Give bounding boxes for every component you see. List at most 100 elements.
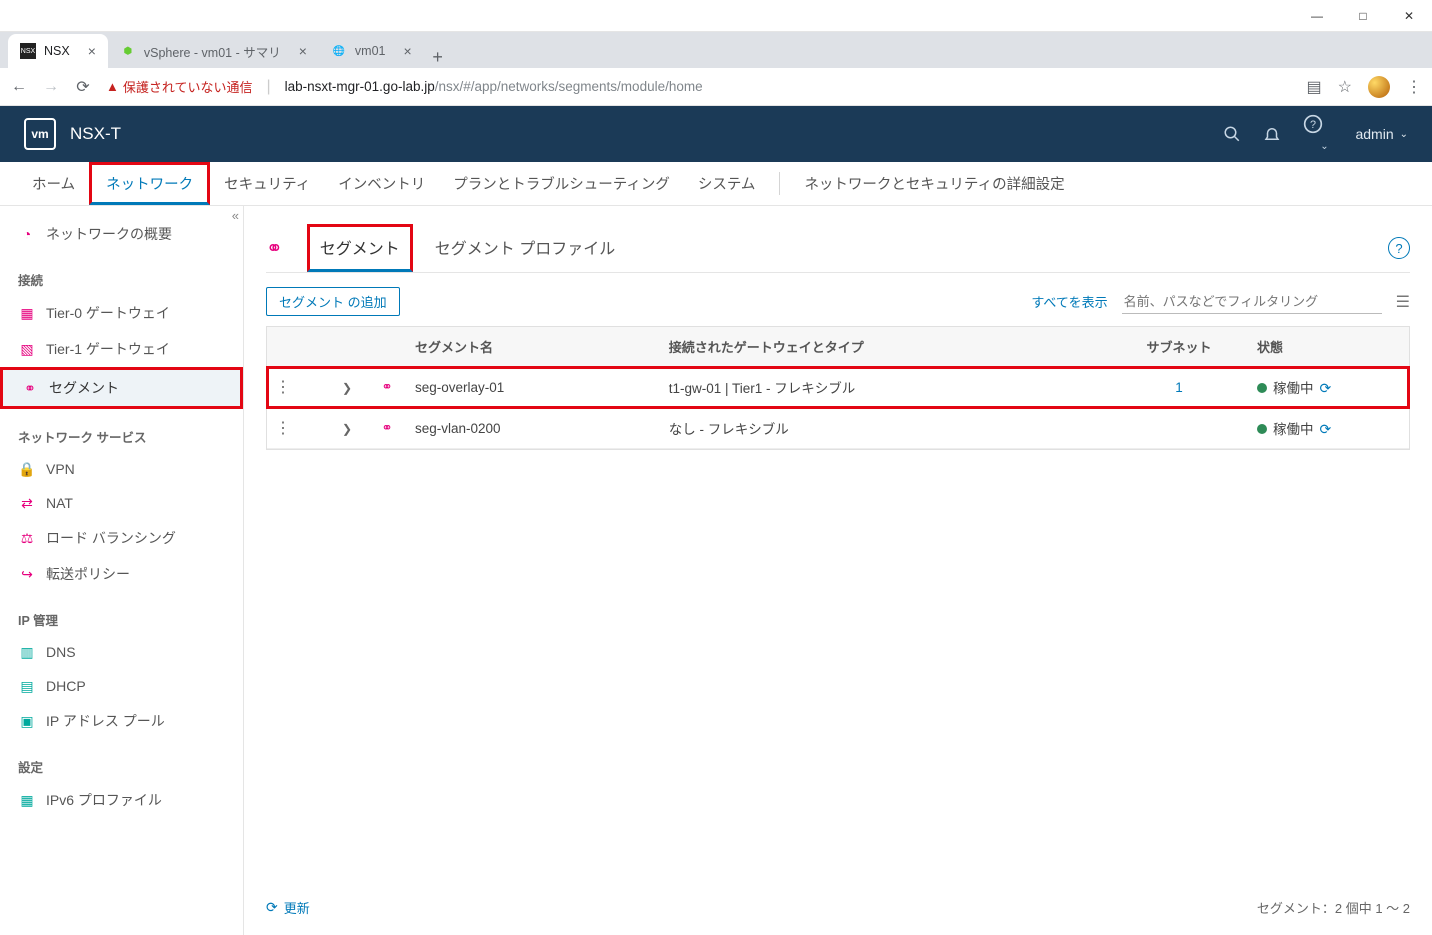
cell-gateway: なし - フレキシブル (661, 408, 1109, 448)
tab-home[interactable]: ホーム (18, 162, 89, 205)
vpn-icon: 🔒 (18, 460, 36, 478)
sidebar-item-ippool[interactable]: ▣ IP アドレス プール (0, 703, 243, 739)
ctab-segment[interactable]: セグメント (307, 224, 413, 272)
row-actions-icon[interactable]: ⋮ (275, 379, 291, 396)
favicon-vsphere: ⬢ (120, 43, 136, 59)
content-pane: ⚭ セグメント セグメント プロファイル ? セグメント の追加 すべてを表示 … (244, 206, 1432, 935)
refresh-link[interactable]: 更新 (284, 898, 310, 917)
translate-icon[interactable]: ▤ (1307, 77, 1322, 97)
new-tab-button[interactable]: + (424, 47, 452, 68)
content-tabs: ⚭ セグメント セグメント プロファイル ? (266, 224, 1410, 273)
sidebar-item-segments[interactable]: ⚭ セグメント (0, 367, 243, 409)
window-maximize[interactable]: □ (1340, 0, 1386, 32)
sidebar-item-dhcp[interactable]: ▤ DHCP (0, 669, 243, 703)
filter-input[interactable] (1122, 290, 1382, 314)
cell-name: seg-overlay-01 (407, 370, 661, 405)
sidebar-section-connect: 接続 (0, 252, 243, 295)
tab-plan-troubleshoot[interactable]: プランとトラブルシューティング (439, 162, 684, 205)
warning-icon: ▲ (106, 79, 119, 94)
tab-system[interactable]: システム (684, 162, 770, 205)
add-segment-button[interactable]: セグメント の追加 (266, 287, 400, 316)
tab-inventory[interactable]: インベントリ (324, 162, 439, 205)
bookmark-star-icon[interactable]: ☆ (1338, 77, 1352, 97)
refresh-icon[interactable]: ⟳ (266, 899, 278, 916)
window-title-bar: — □ ✕ (0, 0, 1432, 32)
browser-tab-nsx[interactable]: NSX NSX × (8, 34, 108, 68)
content-footer: ⟳ 更新 セグメント：2 個中 1 ～ 2 (266, 888, 1410, 917)
cell-status: 稼働中⟳ (1249, 367, 1409, 407)
browser-tab-vsphere[interactable]: ⬢ vSphere - vm01 - サマリ × (108, 34, 319, 68)
dashboard-icon: ◔ (18, 225, 36, 243)
chrome-menu-icon[interactable]: ⋮ (1406, 77, 1422, 97)
segment-table: セグメント名 接続されたゲートウェイとタイプ サブネット 状態 ⋮ ❯ ⚭ se… (266, 326, 1410, 450)
row-refresh-icon[interactable]: ⟳ (1320, 421, 1332, 437)
row-refresh-icon[interactable]: ⟳ (1320, 380, 1332, 396)
favicon-nsx: NSX (20, 43, 36, 59)
expand-row-icon[interactable]: ❯ (342, 422, 352, 436)
sidebar-item-vpn[interactable]: 🔒 VPN (0, 452, 243, 486)
window-minimize[interactable]: — (1294, 0, 1340, 32)
sidebar-item-tier1[interactable]: ▧ Tier-1 ゲートウェイ (0, 331, 243, 367)
segment-icon: ⚭ (21, 379, 39, 397)
sidebar-item-overview[interactable]: ◔ ネットワークの概要 (0, 216, 243, 252)
bell-icon[interactable] (1263, 125, 1303, 143)
tab-advanced-settings[interactable]: ネットワークとセキュリティの詳細設定 (790, 162, 1078, 205)
help-icon[interactable]: ? ⌄ (1303, 114, 1343, 154)
sidebar-item-nat[interactable]: ⇄ NAT (0, 486, 243, 520)
sidebar-item-loadbalancer[interactable]: ⚖ ロード バランシング (0, 520, 243, 556)
cell-gateway: t1-gw-01 | Tier1 - フレキシブル (661, 367, 1109, 407)
table-row[interactable]: ⋮ ❯ ⚭ seg-overlay-01 t1-gw-01 | Tier1 - … (267, 367, 1409, 408)
sidebar-item-ipv6[interactable]: ▦ IPv6 プロファイル (0, 782, 243, 818)
tab-security[interactable]: セキュリティ (210, 162, 324, 205)
col-gateway[interactable]: 接続されたゲートウェイとタイプ (661, 327, 1109, 366)
lb-icon: ⚖ (18, 529, 36, 547)
nav-back-icon[interactable]: ← (10, 78, 28, 96)
profile-avatar[interactable] (1368, 76, 1390, 98)
nav-forward-icon[interactable]: → (42, 78, 60, 96)
url-display[interactable]: lab-nsxt-mgr-01.go-lab.jp/nsx/#/app/netw… (285, 79, 1293, 94)
sidebar-collapse-icon[interactable]: « (232, 208, 239, 223)
cell-status: 稼働中⟳ (1249, 408, 1409, 448)
tab-network[interactable]: ネットワーク (89, 162, 210, 205)
footer-count: セグメント：2 個中 1 ～ 2 (1257, 898, 1410, 917)
tab-close-icon[interactable]: × (299, 43, 307, 59)
user-menu[interactable]: admin⌄ (1355, 126, 1408, 142)
window-close[interactable]: ✕ (1386, 0, 1432, 32)
sidebar-item-dns[interactable]: ▥ DNS (0, 635, 243, 669)
tab-title: vm01 (355, 44, 386, 58)
search-icon[interactable] (1223, 125, 1263, 143)
row-actions-icon[interactable]: ⋮ (275, 420, 291, 437)
expand-row-icon[interactable]: ❯ (342, 381, 352, 395)
col-subnet[interactable]: サブネット (1109, 327, 1249, 366)
sidebar-item-forwarding[interactable]: ↪ 転送ポリシー (0, 556, 243, 592)
svg-text:?: ? (1310, 119, 1316, 131)
sidebar-item-tier0[interactable]: ▦ Tier-0 ゲートウェイ (0, 295, 243, 331)
body-area: « ◔ ネットワークの概要 接続 ▦ Tier-0 ゲートウェイ ▧ Tier-… (0, 206, 1432, 935)
sidebar: « ◔ ネットワークの概要 接続 ▦ Tier-0 ゲートウェイ ▧ Tier-… (0, 206, 244, 935)
status-dot-icon (1257, 383, 1267, 393)
tab-close-icon[interactable]: × (404, 43, 412, 59)
cell-name: seg-vlan-0200 (407, 411, 661, 446)
nav-reload-icon[interactable]: ⟳ (74, 77, 92, 97)
insecure-warning[interactable]: ▲ 保護されていない通信 (106, 77, 253, 96)
browser-tab-vm01[interactable]: 🌐 vm01 × (319, 34, 424, 68)
fwd-icon: ↪ (18, 565, 36, 583)
nsx-header: vm NSX-T ? ⌄ admin⌄ (0, 106, 1432, 162)
segment-row-icon: ⚭ (381, 420, 392, 435)
col-name[interactable]: セグメント名 (407, 327, 661, 366)
sidebar-section-netservices: ネットワーク サービス (0, 409, 243, 452)
help-circle-icon[interactable]: ? (1388, 237, 1410, 259)
sidebar-section-ip: IP 管理 (0, 592, 243, 635)
product-title: NSX-T (70, 124, 121, 144)
col-status[interactable]: 状態 (1249, 327, 1409, 366)
filter-icon[interactable]: ☰ (1396, 292, 1410, 312)
subnet-link[interactable]: 1 (1175, 380, 1183, 395)
main-nav-tabs: ホーム ネットワーク セキュリティ インベントリ プランとトラブルシューティング… (0, 162, 1432, 206)
tier0-icon: ▦ (18, 304, 36, 322)
table-row[interactable]: ⋮ ❯ ⚭ seg-vlan-0200 なし - フレキシブル 稼働中⟳ (267, 408, 1409, 449)
ctab-segment-profile[interactable]: セグメント プロファイル (431, 227, 619, 269)
dhcp-icon: ▤ (18, 677, 36, 695)
show-all-link[interactable]: すべてを表示 (1031, 292, 1107, 311)
nat-icon: ⇄ (18, 494, 36, 512)
tab-close-icon[interactable]: × (88, 43, 96, 59)
